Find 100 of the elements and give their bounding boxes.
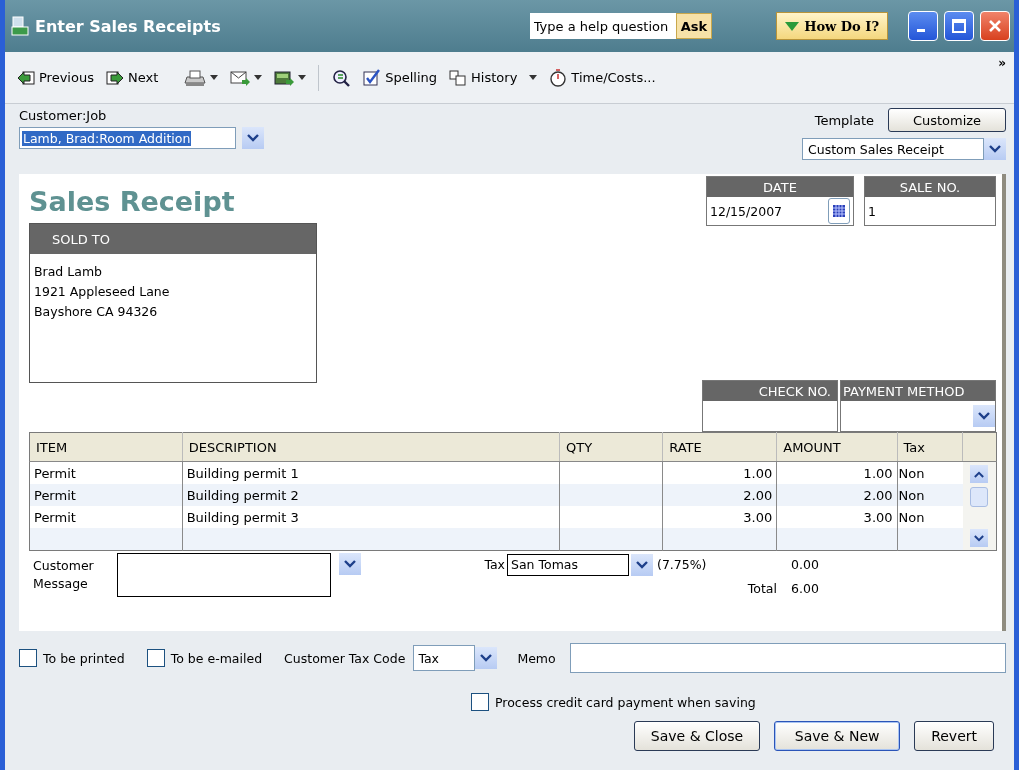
check-no-header: CHECK NO. (703, 381, 837, 401)
date-field[interactable]: 12/15/2007 (707, 197, 853, 225)
dropdown-button[interactable] (984, 138, 1006, 160)
caret-icon[interactable] (529, 75, 538, 80)
window-title: Enter Sales Receipts (35, 16, 222, 36)
caret-icon[interactable] (254, 75, 263, 80)
caret-icon[interactable] (298, 75, 307, 80)
tax-code-label: Customer Tax Code (284, 650, 406, 666)
column-header[interactable]: ITEM (29, 432, 183, 462)
chevron-down-icon (989, 145, 1001, 153)
scroll-down-button[interactable] (970, 529, 989, 547)
maximize-button[interactable] (944, 11, 974, 41)
customer-message-field[interactable] (117, 553, 331, 597)
table-cell: Permit (34, 487, 76, 503)
checkbox-label: To be printed (43, 650, 125, 666)
calendar-icon[interactable] (828, 198, 850, 224)
save-new-button[interactable]: Save & New (774, 721, 901, 751)
column-header[interactable]: Tax (897, 432, 963, 462)
checkbox[interactable]: To be printed (19, 649, 125, 667)
tax-amount: 0.00 (791, 557, 820, 573)
sales-tax-item-field[interactable]: San Tomas (507, 553, 629, 576)
table-cell: 1.00 (863, 465, 893, 481)
magnifier-icon[interactable] (331, 68, 352, 87)
table-cell: 1.00 (743, 465, 773, 481)
chevron-down-icon (480, 654, 493, 662)
form-title: Sales Receipt (29, 186, 236, 217)
chevron-down-icon (344, 560, 356, 568)
dropdown-button[interactable] (475, 647, 498, 669)
checkbox-icon (363, 68, 382, 87)
how-do-i-button[interactable]: How Do I? (776, 12, 888, 40)
customer-job-field[interactable]: Lamb, Brad:Room Addition (19, 127, 236, 149)
total-amount: 6.00 (791, 581, 820, 597)
template-field[interactable]: Custom Sales Receipt (802, 138, 984, 160)
checkbox[interactable]: Process credit card payment when saving (471, 693, 756, 711)
checkbox-label: To be e-mailed (170, 650, 263, 666)
help-search-field[interactable]: Type a help question Ask (529, 13, 713, 39)
table-cell: 2.00 (743, 487, 773, 503)
dropdown-button[interactable] (973, 405, 995, 427)
table-cell: Permit (34, 509, 76, 525)
sale-no-field[interactable]: 1 (865, 197, 995, 225)
close-button[interactable] (980, 11, 1010, 41)
ask-button[interactable]: Ask (675, 13, 713, 39)
tax-label: Tax (484, 557, 505, 573)
memo-label: Memo (517, 650, 556, 666)
caret-icon[interactable] (210, 75, 219, 80)
address-line: Brad Lamb (34, 263, 104, 281)
dropdown-button[interactable] (631, 553, 653, 576)
history-button[interactable]: History (445, 67, 522, 88)
total-label: Total (746, 581, 778, 597)
spelling-button[interactable]: Spelling (359, 66, 442, 89)
table-cell: Non (898, 509, 925, 525)
chevron-down-icon (636, 560, 648, 569)
pages-icon (449, 69, 468, 86)
column-header[interactable]: DESCRIPTION (182, 432, 560, 462)
chevron-up-icon (974, 470, 985, 478)
tax-code-field[interactable]: Tax (413, 645, 476, 671)
sold-to-field[interactable]: SOLD TO Brad Lamb 1921 Appleseed Lane Bayshore CA 94326 (29, 223, 317, 383)
previous-button[interactable]: Previous (13, 67, 98, 88)
date-header: DATE (707, 177, 853, 197)
revert-button[interactable]: Revert (914, 721, 994, 751)
column-header[interactable]: RATE (662, 432, 777, 462)
envelope-icon[interactable] (230, 68, 251, 87)
close-icon (988, 19, 1002, 33)
box-icon[interactable] (274, 68, 295, 87)
dropdown-button[interactable] (242, 127, 264, 149)
scroll-up-button[interactable] (970, 465, 989, 483)
arrow-right-icon (105, 69, 124, 86)
minimize-button[interactable] (908, 11, 938, 41)
table-cell: Non (898, 487, 925, 503)
table-cell: Permit (34, 465, 76, 481)
customer-message-label: Message (33, 575, 89, 593)
customer-message-label: Customer (33, 557, 95, 575)
triangle-icon (785, 21, 800, 31)
maximize-icon (952, 19, 966, 33)
address-line: 1921 Appleseed Lane (34, 283, 171, 301)
table-cell: 2.00 (863, 487, 893, 503)
time-costs-button[interactable]: Time/Costs... (545, 66, 660, 89)
dropdown-button[interactable] (339, 553, 361, 575)
payment-method-header: PAYMENT METHOD (841, 381, 995, 401)
chevron-down-icon (978, 412, 990, 420)
template-label: Template (814, 112, 874, 128)
next-button[interactable]: Next (101, 67, 163, 88)
table-cell: Building permit 2 (186, 487, 299, 503)
checkbox-label: Process credit card payment when saving (495, 694, 756, 710)
chevron-down-icon (974, 534, 985, 542)
table-cell: 3.00 (863, 509, 893, 525)
column-header[interactable]: AMOUNT (776, 432, 898, 462)
column-header[interactable]: QTY (559, 432, 663, 462)
scroll-thumb[interactable] (970, 487, 989, 507)
checkbox[interactable]: To be e-mailed (146, 649, 263, 667)
arrow-left-icon (17, 69, 35, 86)
receipt-icon (11, 16, 29, 36)
save-close-button[interactable]: Save & Close (633, 721, 761, 751)
printer-icon[interactable] (184, 68, 207, 87)
customer-job-label: Customer:Job (19, 108, 108, 123)
more-button[interactable]: » (998, 56, 1006, 70)
stopwatch-icon (549, 68, 568, 87)
customize-button[interactable]: Customize (888, 108, 1006, 132)
table-cell: Non (898, 465, 925, 481)
memo-field[interactable] (569, 643, 1006, 673)
